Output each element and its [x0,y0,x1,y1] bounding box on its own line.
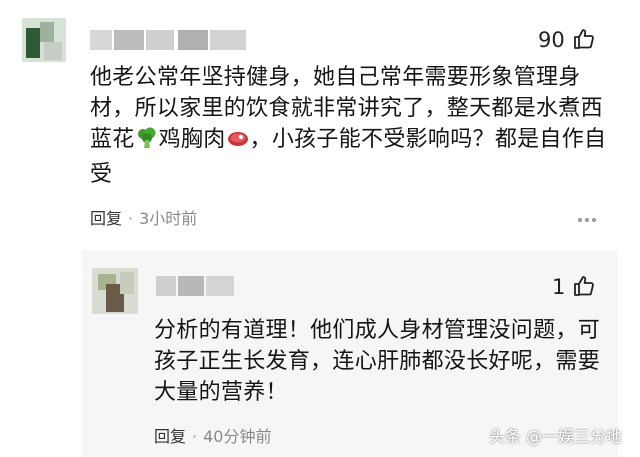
separator-dot: · [128,209,134,228]
comment-time: 3小时前 [139,209,198,228]
reply-meta: 回复 · 40分钟前 [154,429,271,445]
comment-text: 他老公常年坚持健身，她自己常年需要形象管理身材，所以家里的饮食就非常讲究了，整天… [90,65,607,187]
reply-button[interactable]: 回复 [90,209,122,228]
thumbs-up-icon[interactable] [572,27,596,51]
reply-button[interactable]: 回复 [154,427,186,446]
replier-avatar[interactable] [92,268,138,314]
watermark: 头条 @一娱三分地 [489,423,622,447]
watermark-text: 头条 @一娱三分地 [488,427,622,446]
commenter-avatar[interactable] [22,18,66,62]
reply-like-count: 1 [552,275,566,299]
commenter-username[interactable] [90,30,250,50]
separator-dot: · [192,427,198,446]
thumbs-up-icon[interactable] [572,274,596,298]
comment-meta: 回复 · 3小时前 [90,211,197,227]
reply-time: 40分钟前 [203,427,272,446]
meat-icon [226,126,250,159]
broccoli-icon [135,126,159,159]
replier-username[interactable] [156,276,236,296]
more-icon[interactable] [576,210,598,230]
comment-like-count: 90 [538,28,565,52]
reply-text: 分析的有道理！他们成人身材管理没问题，可孩子正生长发育，连心肝肺都没长好呢，需要… [154,318,601,405]
